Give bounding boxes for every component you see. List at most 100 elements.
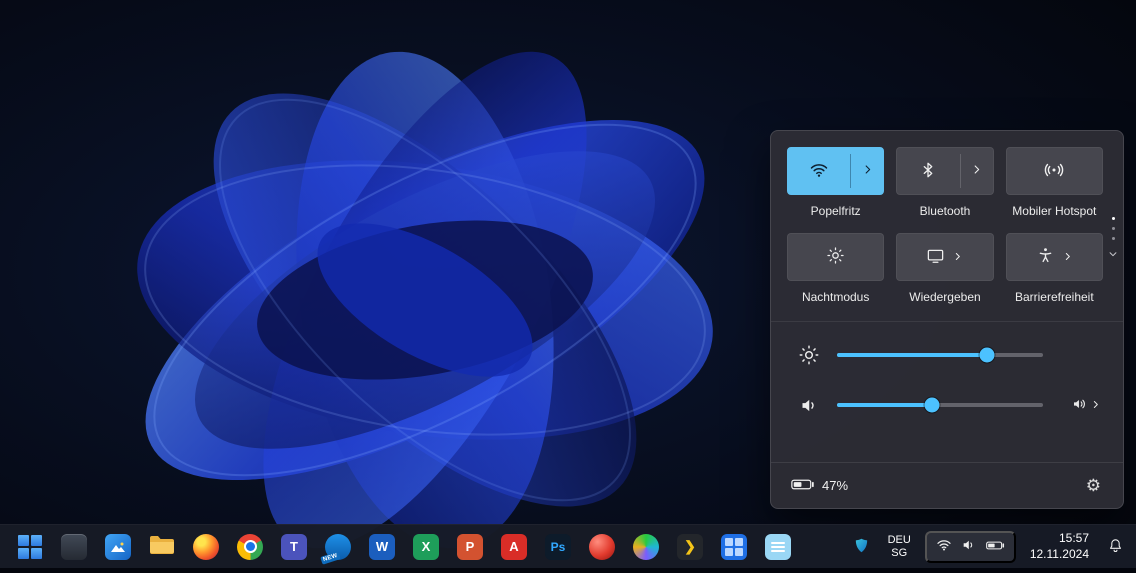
notification-center-button[interactable] (1103, 533, 1128, 561)
wifi-toggle-button[interactable] (788, 148, 850, 194)
wifi-tray-icon (936, 537, 952, 556)
pinned-app-arrow[interactable]: ❯ (672, 529, 708, 565)
pinned-app-red-sphere[interactable] (584, 529, 620, 565)
acrobat-button[interactable]: A (496, 529, 532, 565)
pinned-app-dark-window[interactable] (56, 529, 92, 565)
outlook-button[interactable]: NEW (320, 529, 356, 565)
volume-speaker-icon (797, 395, 821, 416)
pinned-app-grid[interactable] (716, 529, 752, 565)
acrobat-icon: A (501, 534, 527, 560)
accessibility-tile-label: Barrierefreiheit (1006, 290, 1103, 305)
quick-settings-tray-button[interactable] (925, 531, 1016, 563)
clock-time: 15:57 (1030, 531, 1089, 547)
quick-setting-bluetooth: Bluetooth (896, 147, 993, 219)
hotspot-tile-label: Mobiler Hotspot (1006, 204, 1103, 219)
battery-status[interactable]: 47% (791, 478, 848, 494)
cast-button[interactable] (897, 234, 992, 280)
brightness-row (771, 330, 1123, 380)
night-mode-tile-label: Nachtmodus (787, 290, 884, 305)
security-shield-icon (853, 537, 870, 557)
volume-row (771, 380, 1123, 430)
volume-slider-thumb[interactable] (924, 398, 939, 413)
quick-settings-panel: Popelfritz Bluetooth (770, 130, 1124, 509)
powerpoint-icon: P (457, 534, 483, 560)
firefox-icon (193, 534, 219, 560)
photoshop-button[interactable]: Ps (540, 529, 576, 565)
chevron-down-icon (1108, 247, 1118, 262)
keyboard-layout-label: DEU SG (888, 534, 911, 559)
brightness-sun-icon (797, 344, 821, 366)
quick-settings-sliders (771, 321, 1123, 430)
cast-tile-label: Wiedergeben (896, 290, 993, 305)
red-sphere-app-icon (589, 534, 615, 560)
chrome-icon (237, 534, 263, 560)
battery-percent-label: 47% (822, 478, 848, 493)
chevron-right-icon (970, 163, 983, 179)
photoshop-icon: Ps (545, 534, 571, 560)
notification-bell-icon (1107, 537, 1124, 557)
pager-dot (1112, 227, 1115, 230)
yellow-arrow-app-icon: ❯ (677, 534, 703, 560)
file-explorer-button[interactable] (144, 529, 180, 565)
volume-tray-icon (961, 537, 977, 556)
quick-settings-pager (1108, 217, 1118, 262)
pinned-app-photos[interactable] (100, 529, 136, 565)
volume-slider[interactable] (837, 403, 1043, 407)
windows-security-tray-button[interactable] (849, 533, 874, 561)
chevron-right-icon (861, 163, 874, 179)
word-button[interactable]: W (364, 529, 400, 565)
pinned-app-color-sphere[interactable] (628, 529, 664, 565)
clock-date: 12.11.2024 (1030, 547, 1089, 563)
start-button[interactable] (12, 529, 48, 565)
powerpoint-button[interactable]: P (452, 529, 488, 565)
quick-setting-accessibility: Barrierefreiheit (1006, 233, 1103, 305)
gear-icon: ⚙ (1086, 476, 1101, 495)
quick-setting-hotspot: Mobiler Hotspot (1006, 147, 1103, 219)
taskbar: T NEW W X P A Ps ❯ (0, 524, 1136, 568)
chrome-button[interactable] (232, 529, 268, 565)
quick-settings-tiles: Popelfritz Bluetooth (771, 131, 1123, 319)
chevron-right-icon (1062, 250, 1073, 265)
night-mode-icon (826, 246, 845, 268)
excel-icon: X (413, 534, 439, 560)
mobile-hotspot-icon (1044, 160, 1064, 183)
chevron-right-icon (952, 250, 963, 265)
taskbar-pinned-apps: T NEW W X P A Ps ❯ (12, 529, 796, 565)
pager-dot (1112, 217, 1115, 220)
color-sphere-app-icon (633, 534, 659, 560)
pager-expand-button[interactable] (1108, 247, 1118, 262)
window-app-icon (61, 534, 87, 560)
quick-setting-cast: Wiedergeben (896, 233, 993, 305)
teams-button[interactable]: T (276, 529, 312, 565)
bluetooth-tile-label: Bluetooth (896, 204, 993, 219)
grid-app-icon (721, 534, 747, 560)
pinned-app-notes[interactable] (760, 529, 796, 565)
clock-tray-button[interactable]: 15:57 12.11.2024 (1026, 527, 1093, 566)
wifi-tile-label: Popelfritz (787, 204, 884, 219)
firefox-button[interactable] (188, 529, 224, 565)
bluetooth-expand-button[interactable] (961, 148, 993, 194)
accessibility-icon (1036, 246, 1055, 268)
audio-output-icon (1071, 395, 1089, 416)
bluetooth-toggle-button[interactable] (897, 148, 959, 194)
quick-setting-wifi: Popelfritz (787, 147, 884, 219)
outlook-new-badge: NEW (320, 551, 340, 564)
cast-icon (926, 246, 945, 268)
hotspot-toggle-button[interactable] (1007, 148, 1102, 194)
notes-app-icon (765, 534, 791, 560)
brightness-slider-thumb[interactable] (980, 348, 995, 363)
settings-gear-button[interactable]: ⚙ (1080, 476, 1107, 495)
audio-output-select-button[interactable] (1069, 393, 1103, 418)
brightness-slider[interactable] (837, 353, 1043, 357)
night-mode-toggle-button[interactable] (788, 234, 883, 280)
accessibility-button[interactable] (1007, 234, 1102, 280)
battery-icon (791, 478, 815, 494)
volume-slider-fill (837, 403, 932, 407)
teams-icon: T (281, 534, 307, 560)
chevron-right-icon (1090, 398, 1101, 413)
keyboard-layout-indicator[interactable]: DEU SG (884, 530, 915, 563)
windows-logo-icon (18, 535, 42, 559)
excel-button[interactable]: X (408, 529, 444, 565)
wifi-expand-button[interactable] (851, 148, 883, 194)
bluetooth-icon (919, 161, 937, 182)
